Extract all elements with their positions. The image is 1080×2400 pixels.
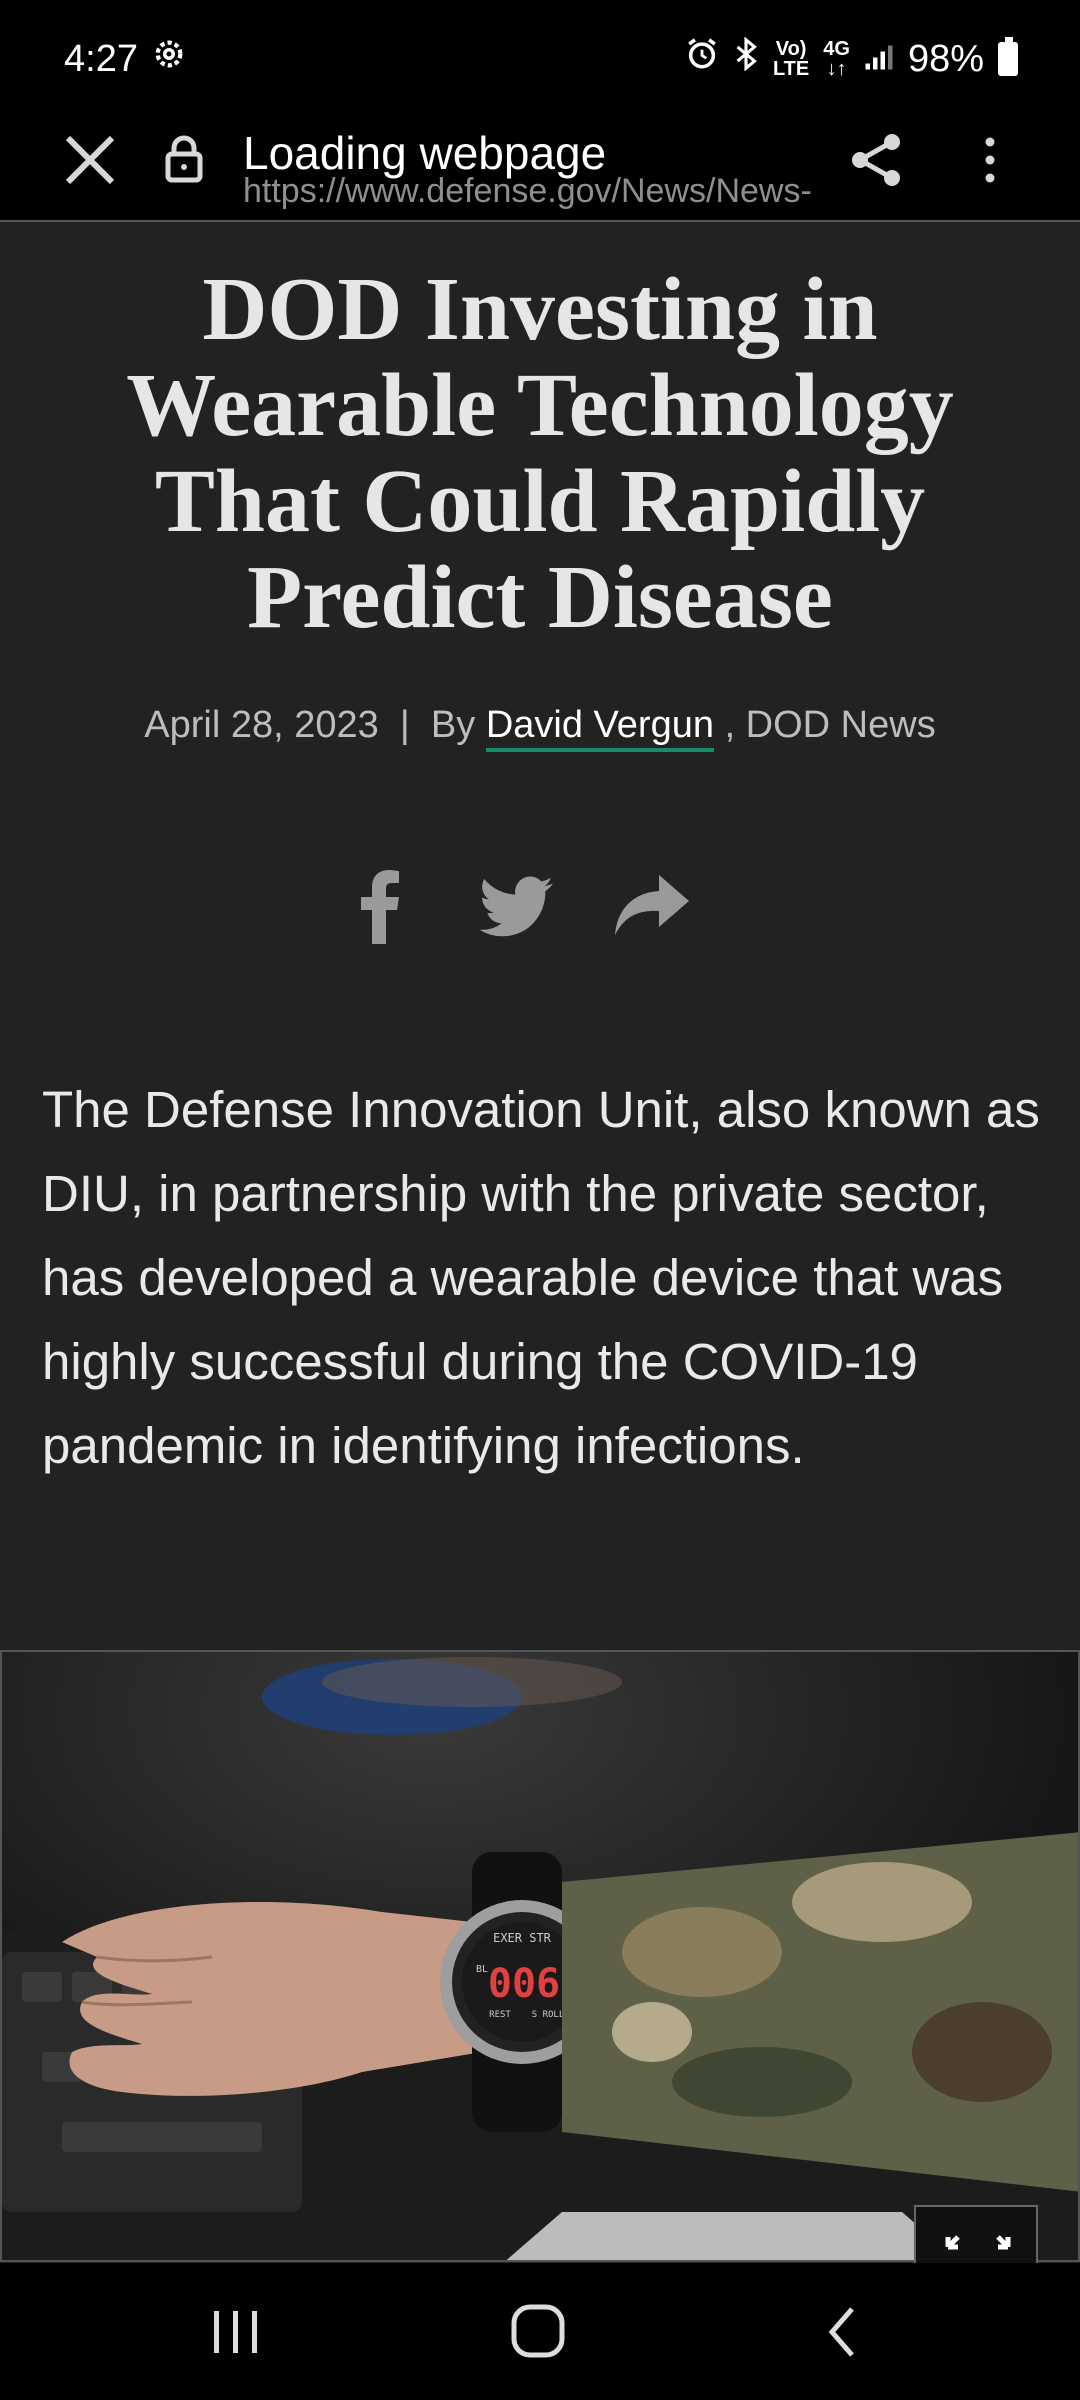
battery-icon — [998, 37, 1018, 76]
share-forward-icon[interactable] — [614, 862, 690, 952]
network-type-indicator: 4G ↓↑ — [823, 38, 850, 80]
browser-toolbar: Loading webpage https://www.defense.gov/… — [0, 118, 1080, 222]
article-body: The Defense Innovation Unit, also known … — [42, 1081, 1040, 1474]
facebook-icon[interactable] — [355, 862, 405, 952]
home-nav-icon[interactable] — [500, 2297, 580, 2367]
byline-by: By — [430, 704, 476, 746]
bluetooth-icon — [733, 36, 759, 81]
expand-icon[interactable] — [914, 2205, 1038, 2265]
url-text[interactable]: https://www.defense.gov/News/News-Storie… — [243, 166, 813, 216]
watch-bottom-left: REST — [489, 2010, 511, 2020]
status-time: 4:27 — [64, 37, 138, 80]
lock-icon[interactable] — [160, 128, 208, 192]
watch-display: 006 — [488, 1961, 560, 2007]
more-vert-icon[interactable] — [970, 128, 1010, 192]
watch-bottom-right: S ROLL — [532, 2010, 565, 2020]
share-icon[interactable] — [844, 128, 908, 192]
system-nav-bar — [0, 2263, 1080, 2400]
article-byline: April 28, 2023 | By David Vergun , DOD N… — [0, 704, 1080, 752]
signal-icon — [864, 38, 894, 81]
social-share-row — [0, 862, 1080, 952]
article-date: April 28, 2023 — [144, 704, 379, 746]
author-link[interactable]: David Vergun — [485, 704, 714, 752]
recents-nav-icon[interactable] — [196, 2297, 276, 2367]
alarm-icon — [685, 37, 719, 81]
settings-gear-icon — [152, 37, 186, 81]
status-bar: 4:27 Vo) LTE 4G ↓↑ 98% — [0, 0, 1080, 118]
article-photo[interactable]: EXER STR BL 006 REST S ROLL — [0, 1650, 1080, 2262]
watch-top-label: EXER STR — [493, 1931, 552, 1945]
battery-level: 98% — [907, 37, 984, 80]
back-nav-icon[interactable] — [804, 2297, 884, 2367]
watch-side-label: BL — [476, 1964, 488, 1975]
volte-indicator: Vo) LTE — [772, 38, 810, 80]
twitter-icon[interactable] — [478, 862, 554, 952]
close-icon[interactable] — [58, 128, 122, 192]
article-headline: DOD Investing in Wearable Technology Tha… — [126, 260, 954, 647]
byline-separator: | — [399, 704, 410, 746]
article-source: , DOD News — [724, 704, 936, 746]
